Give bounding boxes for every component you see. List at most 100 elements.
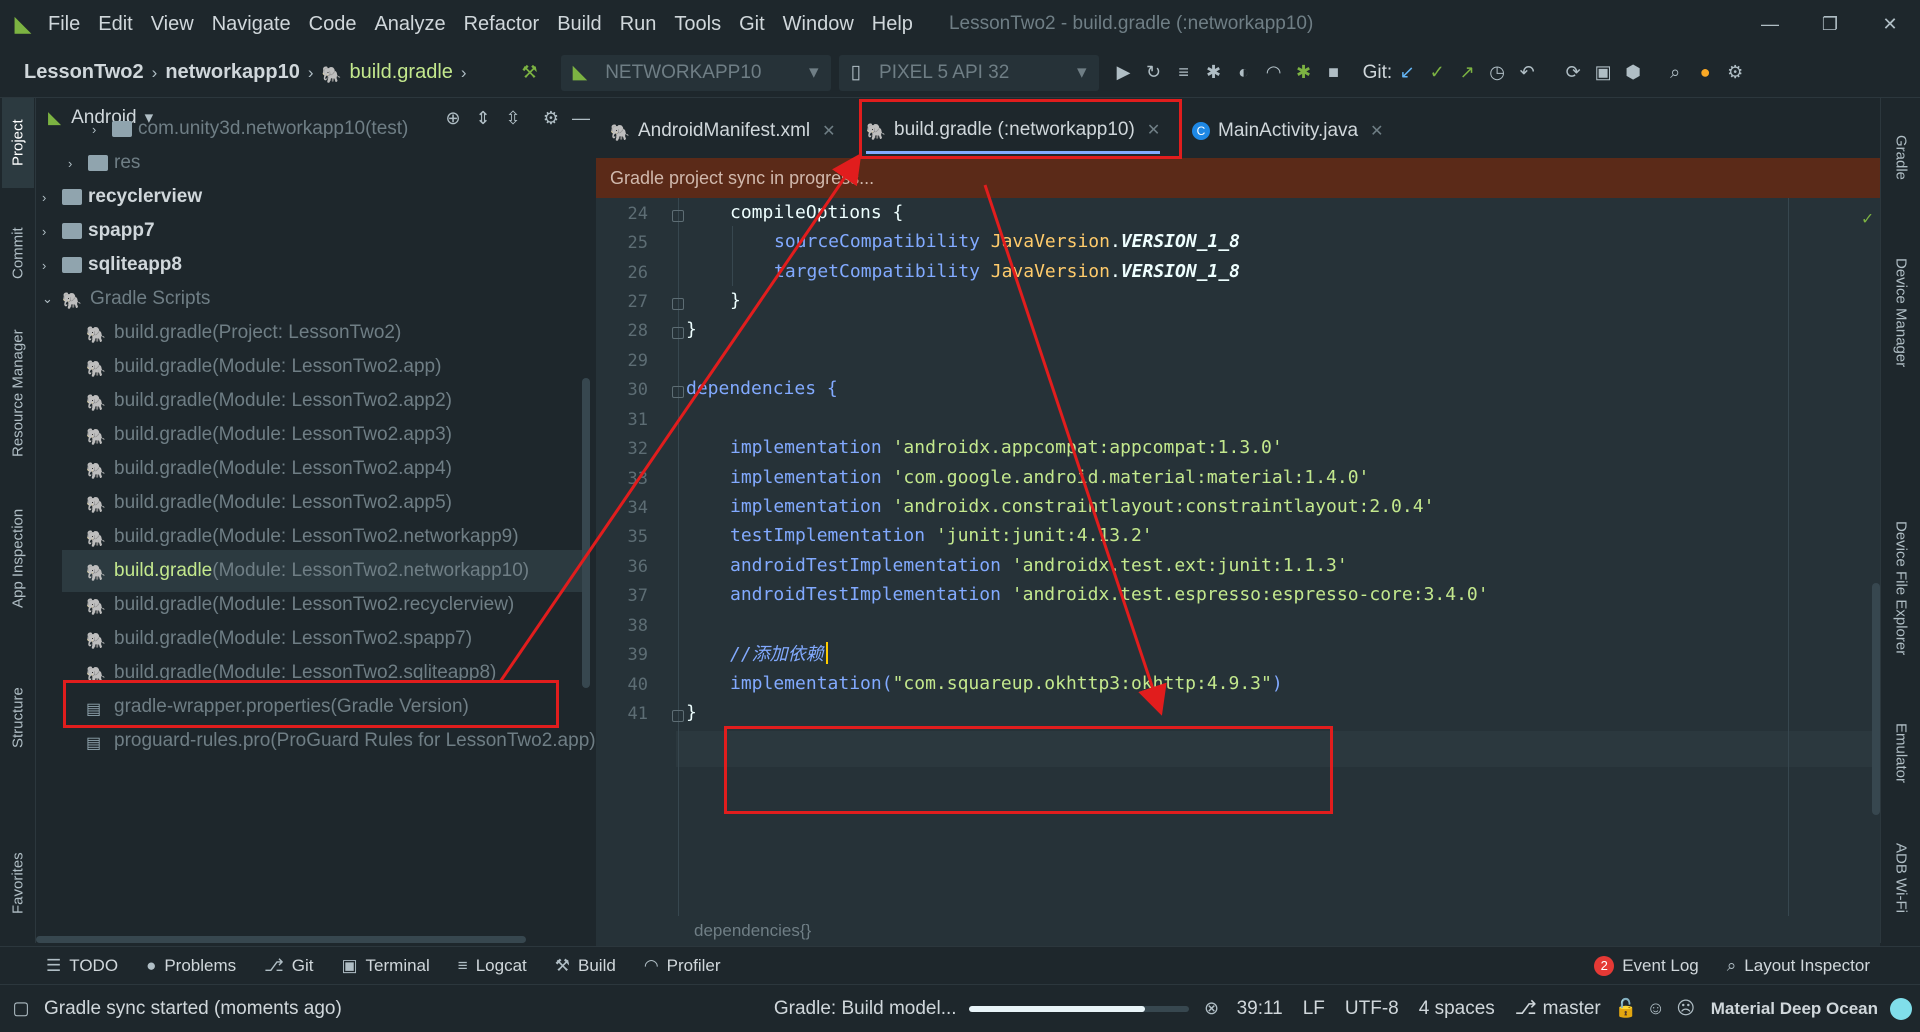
gear-icon[interactable]: ⚙	[536, 103, 566, 133]
tree-item-proguard[interactable]: ▤ proguard-rules.pro (ProGuard Rules for…	[86, 720, 596, 762]
tab-device-file-explorer[interactable]: Device File Explorer	[1885, 488, 1917, 688]
status-message[interactable]: Gradle sync started (moments ago)	[44, 998, 342, 1020]
minimize-icon[interactable]: —	[1740, 9, 1800, 39]
tool-todo[interactable]: ☰ TODO	[46, 956, 118, 976]
menu-file[interactable]: File	[48, 13, 80, 36]
fold-marker-icon[interactable]	[672, 386, 684, 398]
theme-name[interactable]: Material Deep Ocean	[1711, 999, 1878, 1019]
tool-event-log[interactable]: 2 Event Log	[1594, 955, 1699, 976]
caret-position[interactable]: 39:11	[1237, 998, 1283, 1020]
history-icon[interactable]: ◷	[1482, 58, 1512, 88]
fold-marker-icon[interactable]	[672, 210, 684, 222]
profile-icon[interactable]: ◠	[1259, 58, 1289, 88]
tool-build[interactable]: ⚒ Build	[555, 956, 616, 976]
menu-refactor[interactable]: Refactor	[464, 13, 540, 36]
tab-gradle[interactable]: Gradle	[1885, 108, 1917, 208]
run-config-select[interactable]: ◣ NETWORKAPP10 ▾	[560, 54, 831, 91]
debug-icon[interactable]: ✱	[1199, 58, 1229, 88]
editor-breadcrumb[interactable]: dependencies{}	[596, 916, 1880, 946]
no-problems-check-icon[interactable]: ✓	[1862, 208, 1873, 229]
toggle-tool-windows-icon[interactable]: ▢	[6, 994, 36, 1024]
git-branch[interactable]: master	[1543, 998, 1601, 1020]
tool-layout-inspector[interactable]: ⌕ Layout Inspector	[1727, 956, 1870, 976]
menu-build[interactable]: Build	[557, 13, 601, 36]
close-window-icon[interactable]: ✕	[1860, 9, 1920, 39]
indent-setting[interactable]: 4 spaces	[1419, 998, 1495, 1020]
module-folder-icon	[62, 189, 82, 205]
git-commit-icon[interactable]: ✓	[1422, 58, 1452, 88]
tool-terminal[interactable]: ▣ Terminal	[341, 956, 429, 976]
menu-code[interactable]: Code	[309, 13, 357, 36]
tool-logcat[interactable]: ≡ Logcat	[458, 956, 527, 976]
tool-problems[interactable]: ● Problems	[146, 956, 236, 976]
vertical-scrollbar[interactable]	[582, 378, 590, 688]
coverage-icon[interactable]: ◐	[1229, 58, 1259, 88]
background-task[interactable]: Gradle: Build model...	[774, 998, 957, 1020]
fold-marker-icon[interactable]	[672, 298, 684, 310]
cancel-task-icon[interactable]: ⊗	[1197, 994, 1227, 1024]
tab-commit[interactable]: Commit	[2, 208, 34, 298]
tab-device-manager[interactable]: Device Manager	[1885, 218, 1917, 408]
settings-icon[interactable]: ⚙	[1720, 58, 1750, 88]
gradle-elephant-icon: 🐘	[86, 327, 106, 344]
restore-icon[interactable]: ❐	[1800, 9, 1860, 39]
hide-panel-icon[interactable]: —	[566, 103, 596, 133]
collapse-all-icon[interactable]: ⇳	[498, 103, 528, 133]
apply-code-changes-icon[interactable]: ≡	[1169, 58, 1199, 88]
breadcrumb-project[interactable]: LessonTwo2	[24, 61, 144, 84]
menu-navigate[interactable]: Navigate	[212, 13, 291, 36]
sync-gradle-icon[interactable]: ⟳	[1558, 58, 1588, 88]
menu-edit[interactable]: Edit	[98, 13, 132, 36]
menu-run[interactable]: Run	[620, 13, 657, 36]
fold-marker-icon[interactable]	[672, 710, 684, 722]
fold-marker-icon[interactable]	[672, 327, 684, 339]
device-manager-icon[interactable]: ▣	[1588, 58, 1618, 88]
menu-window[interactable]: Window	[783, 13, 854, 36]
run-icon[interactable]: ▶	[1109, 58, 1139, 88]
close-icon[interactable]: ✕	[1370, 121, 1383, 141]
tab-android-manifest[interactable]: 🐘 AndroidManifest.xml ✕	[610, 108, 836, 154]
code-editor[interactable]: 24 25 26 27 28 29 30 31 32 33 34 35 36 3…	[596, 198, 1880, 916]
expand-all-icon[interactable]: ⇕	[468, 103, 498, 133]
sdk-manager-icon[interactable]: ⬢	[1618, 58, 1648, 88]
tab-main-activity[interactable]: C MainActivity.java ✕	[1192, 108, 1384, 154]
git-label: Git:	[1362, 61, 1393, 83]
breadcrumb-file[interactable]: build.gradle	[349, 61, 452, 84]
menu-tools[interactable]: Tools	[674, 13, 721, 36]
tab-app-inspection[interactable]: App Inspection	[2, 488, 34, 628]
tab-resource-manager[interactable]: Resource Manager	[2, 308, 34, 478]
line-separator[interactable]: LF	[1303, 998, 1325, 1020]
select-opened-file-icon[interactable]: ⊕	[438, 103, 468, 133]
close-icon[interactable]: ✕	[822, 121, 835, 141]
attach-debugger-icon[interactable]: ✱	[1289, 58, 1319, 88]
tool-profiler[interactable]: ◠ Profiler	[644, 956, 721, 976]
breadcrumb-module[interactable]: networkapp10	[165, 61, 299, 84]
file-encoding[interactable]: UTF-8	[1345, 998, 1399, 1020]
stop-icon[interactable]: ■	[1319, 58, 1349, 88]
tab-emulator[interactable]: Emulator	[1885, 698, 1917, 808]
tab-structure[interactable]: Structure	[2, 668, 34, 768]
tool-git[interactable]: ⎇ Git	[264, 956, 313, 976]
tab-project[interactable]: Project	[2, 98, 34, 188]
close-icon[interactable]: ✕	[1147, 120, 1160, 140]
update-icon[interactable]: ●	[1690, 58, 1720, 88]
apply-changes-icon[interactable]: ↻	[1139, 58, 1169, 88]
tab-build-gradle-active[interactable]: 🐘 build.gradle (:networkapp10) ✕	[866, 108, 1161, 154]
tab-adb-wifi[interactable]: ADB Wi-Fi	[1885, 823, 1917, 933]
device-select[interactable]: ▯ PIXEL 5 API 32 ▾	[838, 54, 1099, 91]
frown-icon[interactable]: ☹	[1671, 994, 1701, 1024]
editor-scrollbar[interactable]	[1872, 583, 1880, 815]
rollback-icon[interactable]: ↶	[1512, 58, 1542, 88]
lock-icon[interactable]: 🔓	[1611, 994, 1641, 1024]
menu-help[interactable]: Help	[872, 13, 913, 36]
git-push-icon[interactable]: ↗	[1452, 58, 1482, 88]
menu-view[interactable]: View	[151, 13, 194, 36]
hammer-build-icon[interactable]: ⚒	[515, 58, 545, 88]
smiley-icon[interactable]: ☺	[1641, 994, 1671, 1024]
git-update-icon[interactable]: ↙	[1392, 58, 1422, 88]
menu-git[interactable]: Git	[739, 13, 765, 36]
search-icon[interactable]: ⌕	[1660, 58, 1690, 88]
tab-favorites[interactable]: Favorites	[2, 833, 34, 933]
horizontal-scrollbar[interactable]	[36, 936, 526, 943]
menu-analyze[interactable]: Analyze	[374, 13, 445, 36]
